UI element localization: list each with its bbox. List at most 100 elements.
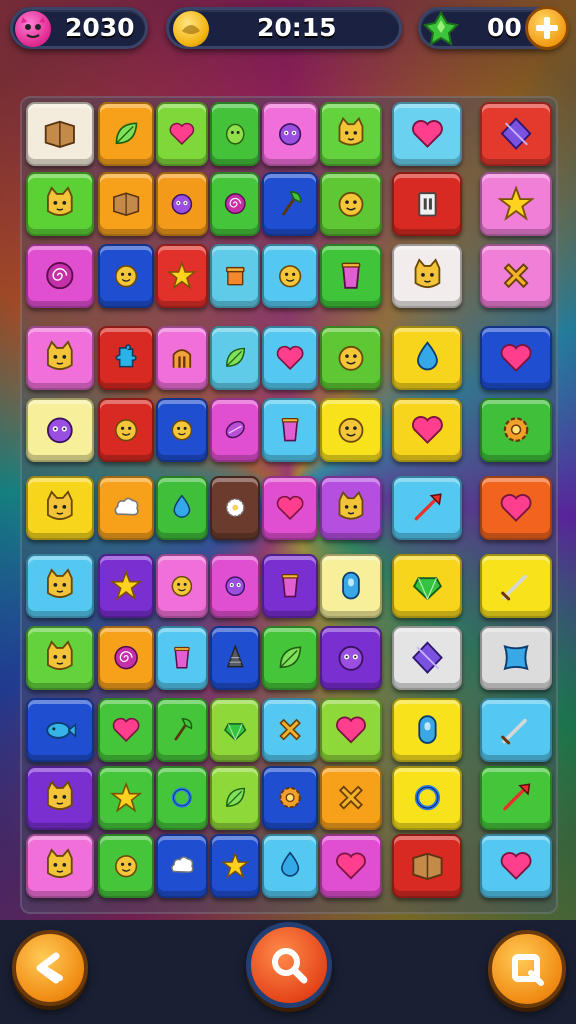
- tile-r10-c7[interactable]: [392, 766, 462, 830]
- tile-r9-c2[interactable]: [98, 698, 154, 762]
- tile-r9-c6[interactable]: [320, 698, 382, 762]
- tile-r6-c4[interactable]: [210, 476, 260, 540]
- tile-r1-c3[interactable]: [156, 102, 208, 166]
- tile-r6-c1[interactable]: [26, 476, 94, 540]
- tile-r2-c4[interactable]: [210, 172, 260, 236]
- tile-r6-c6[interactable]: [320, 476, 382, 540]
- tile-r3-c2[interactable]: [98, 244, 154, 308]
- heart-icon: [336, 716, 366, 744]
- tile-r10-c6[interactable]: [320, 766, 382, 830]
- tile-r4-c1[interactable]: [26, 326, 94, 390]
- tile-r5-c5[interactable]: [262, 398, 318, 462]
- tile-r5-c8[interactable]: [480, 398, 552, 462]
- tile-r7-c4[interactable]: [210, 554, 260, 618]
- tile-r5-c3[interactable]: [156, 398, 208, 462]
- tile-r11-c7[interactable]: [392, 834, 462, 898]
- tile-r7-c6[interactable]: [320, 554, 382, 618]
- tile-r9-c1[interactable]: [26, 698, 94, 762]
- tile-r11-c6[interactable]: [320, 834, 382, 898]
- tile-r3-c5[interactable]: [262, 244, 318, 308]
- tile-r1-c8[interactable]: [480, 102, 552, 166]
- tile-r1-c5[interactable]: [262, 102, 318, 166]
- tile-r7-c2[interactable]: [98, 554, 154, 618]
- tile-r5-c7[interactable]: [392, 398, 462, 462]
- tile-r5-c4[interactable]: [210, 398, 260, 462]
- tile-r1-c4[interactable]: [210, 102, 260, 166]
- tile-r10-c8[interactable]: [480, 766, 552, 830]
- tile-r2-c2[interactable]: [98, 172, 154, 236]
- tile-r9-c7[interactable]: [392, 698, 462, 762]
- tile-r11-c3[interactable]: [156, 834, 208, 898]
- tile-r2-c7[interactable]: [392, 172, 462, 236]
- tile-r9-c5[interactable]: [262, 698, 318, 762]
- plus-icon[interactable]: [525, 6, 569, 50]
- tile-r10-c4[interactable]: [210, 766, 260, 830]
- tile-r4-c4[interactable]: [210, 326, 260, 390]
- tile-r6-c8[interactable]: [480, 476, 552, 540]
- book-icon: [112, 192, 140, 217]
- tile-r8-c7[interactable]: [392, 626, 462, 690]
- tile-r9-c3[interactable]: [156, 698, 208, 762]
- tile-r10-c1[interactable]: [26, 766, 94, 830]
- tile-r2-c5[interactable]: [262, 172, 318, 236]
- tile-r6-c5[interactable]: [262, 476, 318, 540]
- tile-r2-c1[interactable]: [26, 172, 94, 236]
- tile-r6-c2[interactable]: [98, 476, 154, 540]
- tile-r8-c4[interactable]: [210, 626, 260, 690]
- tile-r11-c5[interactable]: [262, 834, 318, 898]
- tile-r3-c7[interactable]: [392, 244, 462, 308]
- tile-r5-c1[interactable]: [26, 398, 94, 462]
- tile-r4-c2[interactable]: [98, 326, 154, 390]
- tile-r9-c4[interactable]: [210, 698, 260, 762]
- back-button[interactable]: [12, 930, 88, 1006]
- tile-r7-c5[interactable]: [262, 554, 318, 618]
- tile-r11-c2[interactable]: [98, 834, 154, 898]
- tile-r8-c2[interactable]: [98, 626, 154, 690]
- tile-r8-c6[interactable]: [320, 626, 382, 690]
- tile-r7-c1[interactable]: [26, 554, 94, 618]
- tile-r4-c5[interactable]: [262, 326, 318, 390]
- tile-r10-c5[interactable]: [262, 766, 318, 830]
- cloud-icon: [114, 498, 139, 516]
- tile-r5-c6[interactable]: [320, 398, 382, 462]
- tile-r3-c4[interactable]: [210, 244, 260, 308]
- back-arrow-icon: [36, 952, 63, 984]
- tile-r8-c3[interactable]: [156, 626, 208, 690]
- tile-r11-c4[interactable]: [210, 834, 260, 898]
- tile-r3-c8[interactable]: [480, 244, 552, 308]
- tile-r6-c3[interactable]: [156, 476, 208, 540]
- tile-r4-c3[interactable]: [156, 326, 208, 390]
- tile-r7-c3[interactable]: [156, 554, 208, 618]
- tile-r8-c8[interactable]: [480, 626, 552, 690]
- tile-r3-c1[interactable]: [26, 244, 94, 308]
- frame-button[interactable]: [488, 930, 566, 1008]
- tile-r8-c5[interactable]: [262, 626, 318, 690]
- tile-r1-c7[interactable]: [392, 102, 462, 166]
- puzzle-icon: [115, 344, 137, 368]
- tile-r3-c6[interactable]: [320, 244, 382, 308]
- tile-r11-c1[interactable]: [26, 834, 94, 898]
- top-hud: 2030 20:15 00: [0, 0, 576, 58]
- tile-r2-c3[interactable]: [156, 172, 208, 236]
- tile-r11-c8[interactable]: [480, 834, 552, 898]
- tile-r1-c2[interactable]: [98, 102, 154, 166]
- tile-r1-c1[interactable]: [26, 102, 94, 166]
- tile-r7-c8[interactable]: [480, 554, 552, 618]
- tile-r2-c8[interactable]: [480, 172, 552, 236]
- tile-r10-c3[interactable]: [156, 766, 208, 830]
- tile-r1-c6[interactable]: [320, 102, 382, 166]
- tile-r5-c2[interactable]: [98, 398, 154, 462]
- tile-r8-c1[interactable]: [26, 626, 94, 690]
- tile-r6-c7[interactable]: [392, 476, 462, 540]
- tile-r10-c2[interactable]: [98, 766, 154, 830]
- tile-r9-c8[interactable]: [480, 698, 552, 762]
- search-button[interactable]: [246, 922, 332, 1008]
- creature-icon: [171, 194, 193, 215]
- tile-r4-c8[interactable]: [480, 326, 552, 390]
- capsule-icon: [417, 715, 437, 745]
- tile-r7-c7[interactable]: [392, 554, 462, 618]
- tile-r4-c6[interactable]: [320, 326, 382, 390]
- tile-r4-c7[interactable]: [392, 326, 462, 390]
- tile-r3-c3[interactable]: [156, 244, 208, 308]
- tile-r2-c6[interactable]: [320, 172, 382, 236]
